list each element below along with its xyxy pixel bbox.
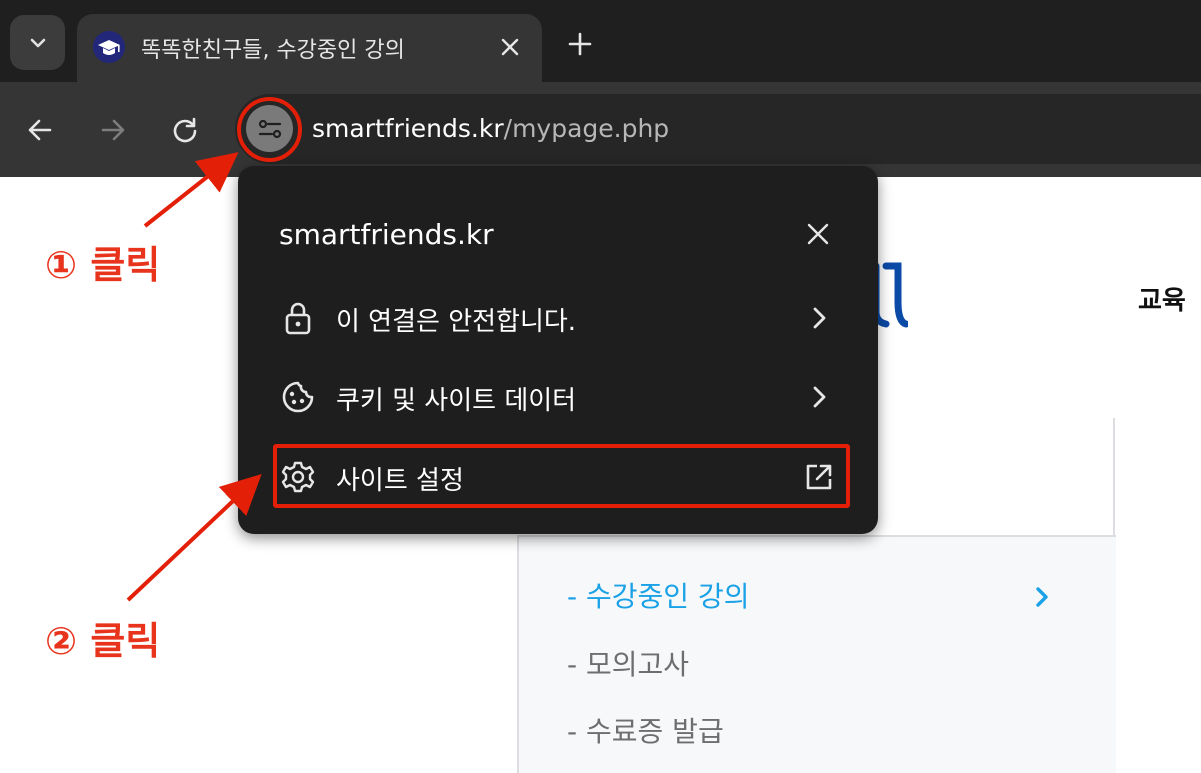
back-button[interactable]: [22, 112, 58, 148]
tab-search-button[interactable]: [10, 15, 65, 70]
close-icon: [807, 223, 829, 245]
chevron-down-icon: [30, 38, 45, 47]
active-tab[interactable]: 똑똑한친구들, 수강중인 강의: [77, 14, 542, 82]
panel-divider: [1113, 418, 1115, 537]
arrow-right-icon: [101, 119, 125, 141]
cookie-icon: [280, 379, 316, 415]
chevron-right-icon: [806, 384, 832, 410]
site-settings-highlight: [273, 444, 850, 508]
side-menu-item-certificate[interactable]: - 수료증 발급: [567, 710, 724, 750]
lock-icon: [280, 300, 316, 336]
chevron-right-icon: [806, 305, 832, 331]
address-bar[interactable]: smartfriends.kr/mypage.php: [235, 94, 1201, 164]
step2-label: ② 클릭: [45, 619, 161, 663]
popup-row-label: 이 연결은 안전합니다.: [336, 307, 577, 337]
step2-arrow: [126, 474, 262, 602]
tab-close-button[interactable]: [495, 32, 525, 62]
popup-row-connection-secure[interactable]: 이 연결은 안전합니다.: [238, 283, 878, 353]
chevron-right-icon: [1036, 587, 1048, 607]
new-tab-button[interactable]: [563, 27, 597, 61]
url-path: /mypage.php: [503, 114, 670, 143]
step1-label: ① 클릭: [45, 243, 161, 287]
plus-icon: [568, 32, 592, 56]
popup-close-button[interactable]: [804, 220, 832, 248]
side-menu: - 수강중인 강의 - 모의고사 - 수료증 발급: [517, 535, 1116, 773]
forward-button[interactable]: [95, 112, 131, 148]
browser-toolbar: smartfriends.kr/mypage.php: [0, 82, 1201, 177]
arrow-left-icon: [28, 119, 52, 141]
close-icon: [501, 38, 519, 56]
popup-title: smartfriends.kr: [279, 218, 494, 251]
page-heading: 교육: [1138, 286, 1186, 316]
url-domain: smartfriends.kr: [312, 114, 504, 143]
popup-row-label: 쿠키 및 사이트 데이터: [336, 386, 577, 416]
reload-button[interactable]: [167, 112, 203, 148]
popup-row-cookies[interactable]: 쿠키 및 사이트 데이터: [238, 362, 878, 432]
reload-icon: [173, 117, 197, 143]
site-info-highlight: [237, 97, 302, 162]
tab-title: 똑똑한친구들, 수강중인 강의: [141, 38, 405, 63]
graduation-cap-icon: [93, 31, 125, 63]
tab-strip: 똑똑한친구들, 수강중인 강의: [0, 0, 1201, 82]
side-menu-item-current-courses[interactable]: - 수강중인 강의: [567, 575, 749, 615]
url-text[interactable]: smartfriends.kr/mypage.php: [312, 114, 669, 143]
side-menu-item-mock-exam[interactable]: - 모의고사: [567, 643, 689, 683]
